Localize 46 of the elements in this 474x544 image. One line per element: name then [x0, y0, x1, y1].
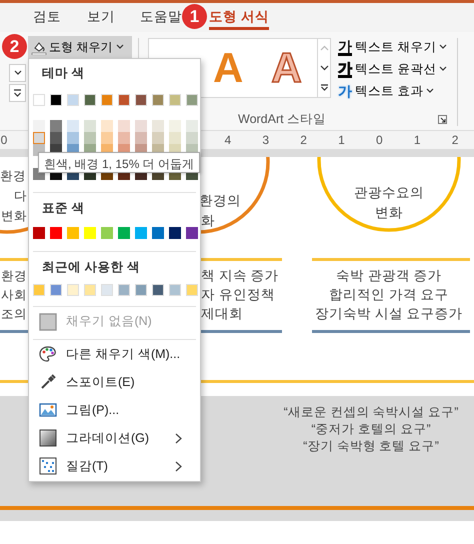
circle-text: 환경의: [199, 192, 241, 210]
menu-item[interactable]: 스포이트(E): [29, 368, 200, 396]
section-heading: 표준 색: [41, 200, 86, 217]
menu-item[interactable]: 그림(P)...: [29, 396, 200, 424]
ruler-number: 3: [261, 132, 270, 149]
ruler-number: 2: [299, 132, 308, 149]
ribbon-tab[interactable]: 도움말: [140, 3, 182, 32]
circle-text: 변화: [374, 204, 404, 222]
ruler-number: 4: [224, 132, 232, 149]
quote-text: “새로운 컨셉의 숙박시설 요구”: [282, 404, 460, 421]
group-label: WordArt 스타일: [238, 110, 326, 128]
ribbon-tab[interactable]: 보기: [87, 3, 115, 32]
circle-text: 다: [14, 188, 27, 205]
bullet-text: 환경: [1, 268, 27, 285]
text-command-button[interactable]: 가 텍스트 효과: [338, 82, 448, 100]
bullet-text: 제대회: [201, 305, 243, 323]
ruler-number: 2: [450, 132, 460, 149]
bullet-text: 장기숙박 시설 요구증가: [314, 305, 464, 323]
bullet-text: 자 유인정책: [201, 286, 275, 304]
shape-fill-button[interactable]: 도형 채우기: [28, 36, 132, 58]
ruler-number: 0: [374, 132, 384, 149]
circle-text: 관광수요의: [353, 184, 425, 202]
ruler-number: 0: [0, 132, 8, 149]
text-command-button[interactable]: 가 텍스트 채우기: [338, 38, 448, 57]
section-heading: 테마 색: [41, 65, 86, 82]
section-heading: 최근에 사용한 색: [41, 258, 141, 276]
menu-item[interactable]: 다른 채우기 색(M)...: [29, 340, 200, 368]
quote-text: “장기 숙박형 호텔 요구”: [302, 438, 440, 455]
bullet-text: 책 지속 증가: [201, 267, 279, 285]
circle-text: 화: [201, 212, 215, 230]
bullet-text: 합리적인 가격 요구: [328, 286, 450, 304]
menu-item[interactable]: 질감(T): [29, 452, 200, 480]
tooltip: 흰색, 배경 1, 15% 더 어둡게: [38, 152, 200, 173]
text-style-icon: 가: [338, 84, 352, 98]
bullet-text: 숙박 관광객 증가: [335, 267, 443, 285]
bullet-text: 조의: [1, 306, 27, 323]
ribbon-tab[interactable]: 도형 서식: [209, 3, 269, 32]
circle-text: 환경: [0, 168, 26, 185]
text-command-button[interactable]: 가 텍스트 윤곽선: [338, 60, 448, 78]
ruler-number: 1: [412, 132, 422, 149]
ribbon-tab[interactable]: 검토: [33, 3, 61, 32]
ruler-number: 1: [337, 132, 346, 149]
circle-text: 변화: [1, 208, 27, 225]
bullet-text: 사회: [1, 287, 27, 304]
quote-text: “중저가 호텔의 요구”: [310, 421, 432, 438]
menu-item[interactable]: 그라데이션(G): [29, 424, 200, 452]
